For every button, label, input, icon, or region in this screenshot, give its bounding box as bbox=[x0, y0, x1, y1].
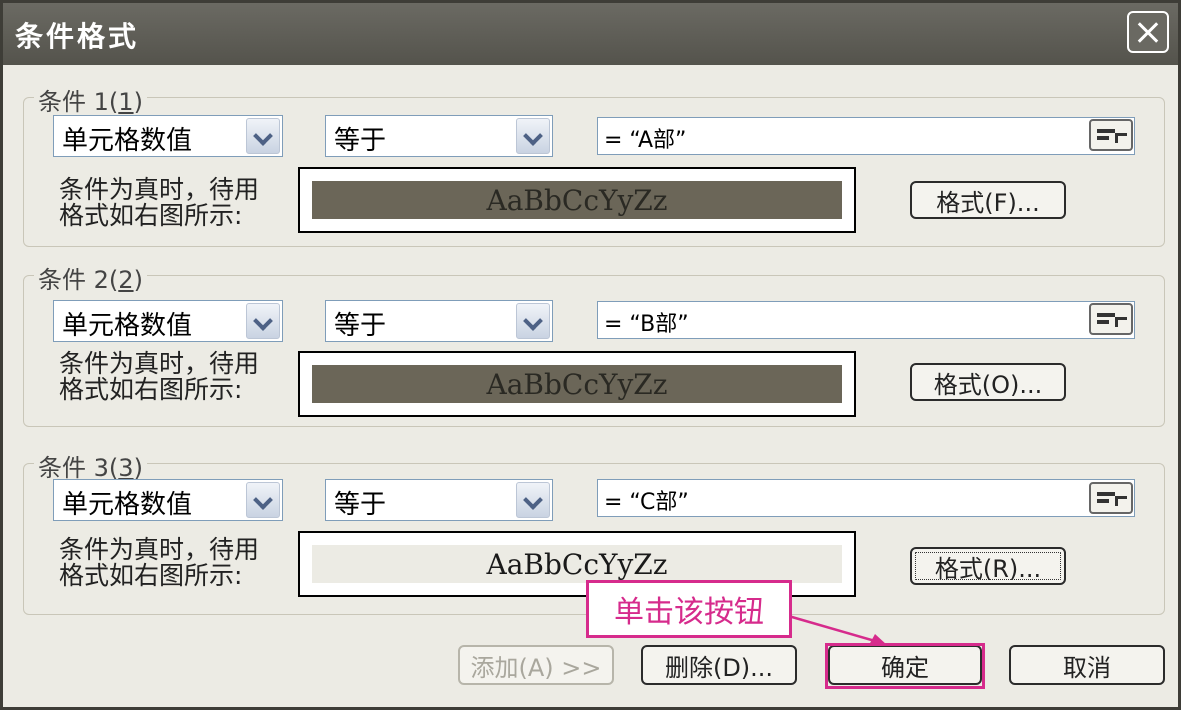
conditional-format-dialog: 条件格式 条件 1(1) 单元格数值 等于 = “A部” 条件为真时，待用 格式… bbox=[0, 0, 1181, 710]
callout-label: 单击该按钮 bbox=[586, 580, 792, 638]
